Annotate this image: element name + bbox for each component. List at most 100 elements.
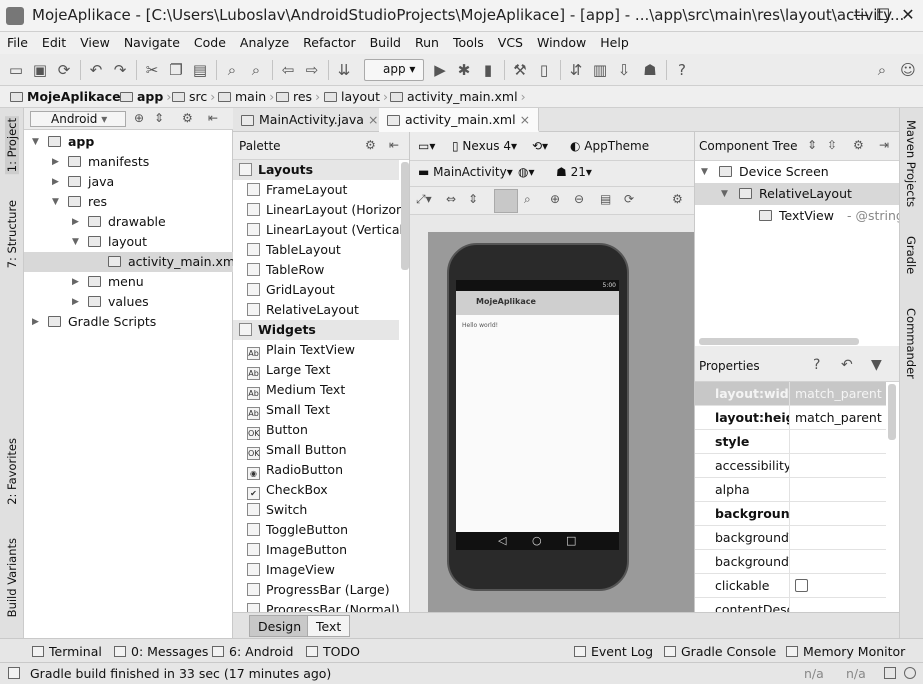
debug-icon[interactable]: ✱ xyxy=(454,60,474,80)
tab-text[interactable]: Text xyxy=(307,615,351,637)
attach-debugger-icon[interactable]: ▮ xyxy=(478,60,498,80)
todo-tool-button[interactable]: TODO xyxy=(306,644,360,659)
event-log-tool-button[interactable]: Event Log xyxy=(574,644,653,659)
sync-gradle-icon[interactable]: ⇵ xyxy=(566,60,586,80)
zoom-in-icon[interactable]: ⊕ xyxy=(550,192,560,206)
replace-icon[interactable]: ⌕ xyxy=(246,60,266,80)
menu-build[interactable]: Build xyxy=(363,32,408,50)
zoom-out-icon[interactable]: ⊖ xyxy=(574,192,584,206)
breadcrumb-item-res[interactable]: res › xyxy=(276,89,320,104)
tree-item[interactable]: ▶ menu xyxy=(24,272,233,292)
menu-analyze[interactable]: Analyze xyxy=(233,32,296,50)
palette-group[interactable]: Layouts xyxy=(233,160,399,180)
paste-icon[interactable]: ▤ xyxy=(190,60,210,80)
tab-design[interactable]: Design xyxy=(249,615,311,637)
restore-default-icon[interactable]: ↶ xyxy=(841,357,853,373)
lock-icon[interactable] xyxy=(884,667,896,679)
property-row[interactable]: layout:width match_parent xyxy=(695,382,886,406)
menu-help[interactable]: Help xyxy=(593,32,636,50)
chevron-down-icon[interactable]: ▼ xyxy=(72,232,82,252)
property-row[interactable]: backgroundTi xyxy=(695,526,886,550)
palette-item[interactable]: Switch xyxy=(233,500,399,520)
property-row[interactable]: background xyxy=(695,502,886,526)
screenshot-icon[interactable]: ▤ xyxy=(600,192,611,206)
property-checkbox[interactable] xyxy=(795,579,808,592)
hector-icon[interactable] xyxy=(904,667,916,679)
activity-select[interactable]: ▬ MainActivity▾ xyxy=(418,165,513,179)
palette-item[interactable]: OK Button xyxy=(233,420,399,440)
chevron-down-icon[interactable]: ▼ xyxy=(721,183,728,205)
structure-tool-button[interactable]: 7: Structure xyxy=(5,200,19,268)
palette-item[interactable]: GridLayout xyxy=(233,280,399,300)
forward-icon[interactable]: ⇨ xyxy=(302,60,322,80)
close-button[interactable]: ✕ xyxy=(893,4,923,28)
locale-select[interactable]: ◍▾ xyxy=(518,165,535,179)
collapse-all-icon[interactable]: ⇳ xyxy=(827,138,837,152)
property-row[interactable]: clickable xyxy=(695,574,886,598)
cut-icon[interactable]: ✂ xyxy=(142,60,162,80)
tree-item[interactable]: ▶ Gradle Scripts xyxy=(24,312,233,332)
redo-icon[interactable]: ↷ xyxy=(110,60,130,80)
open-folder-icon[interactable]: ▭ xyxy=(6,60,26,80)
properties-scrollbar[interactable] xyxy=(888,384,896,440)
copy-icon[interactable]: ❐ xyxy=(166,60,186,80)
build-variants-tool-button[interactable]: Build Variants xyxy=(5,538,19,617)
chevron-right-icon[interactable]: ▶ xyxy=(52,152,62,172)
filter-icon[interactable]: ▼ xyxy=(871,357,882,373)
palette-item[interactable]: ◉ RadioButton xyxy=(233,460,399,480)
undo-icon[interactable]: ↶ xyxy=(86,60,106,80)
menu-refactor[interactable]: Refactor xyxy=(296,32,362,50)
property-row[interactable]: alpha xyxy=(695,478,886,502)
hello-world-textview[interactable]: Hello world! xyxy=(462,322,498,329)
component-tree-scrollbar[interactable] xyxy=(699,338,859,345)
chevron-right-icon[interactable]: ▶ xyxy=(72,292,82,312)
gear-icon[interactable]: ⚙ xyxy=(853,138,864,152)
chevron-right-icon[interactable]: ▶ xyxy=(52,172,62,192)
status-message[interactable]: Gradle build finished in 33 sec (17 minu… xyxy=(30,666,331,681)
menu-navigate[interactable]: Navigate xyxy=(117,32,187,50)
property-value[interactable]: match_parent xyxy=(791,406,886,430)
gear-icon[interactable]: ⚙ xyxy=(672,192,683,206)
tree-item[interactable]: ▶ manifests xyxy=(24,152,233,172)
menu-file[interactable]: File xyxy=(0,32,35,50)
expand-all-icon[interactable]: ⇕ xyxy=(807,138,817,152)
property-value[interactable] xyxy=(791,550,886,574)
tree-item[interactable]: ▶ values xyxy=(24,292,233,312)
property-value[interactable] xyxy=(791,502,886,526)
orientation-select[interactable]: ⟲▾ xyxy=(532,139,548,153)
chevron-right-icon[interactable]: ▶ xyxy=(72,272,82,292)
api-level-select[interactable]: ☗ 21▾ xyxy=(556,165,592,179)
tab-activity-main-xml[interactable]: activity_main.xml × xyxy=(379,108,540,132)
tree-item[interactable]: ▼ app xyxy=(24,132,233,152)
search-everywhere-icon[interactable]: ⌕ xyxy=(872,60,892,80)
palette-item[interactable]: Ab Small Text xyxy=(233,400,399,420)
palette-item[interactable]: ImageButton xyxy=(233,540,399,560)
breadcrumb-item-layout[interactable]: layout › xyxy=(324,89,388,104)
find-icon[interactable]: ⌕ xyxy=(222,60,242,80)
palette-item[interactable]: OK Small Button xyxy=(233,440,399,460)
run-icon[interactable]: ▶ xyxy=(430,60,450,80)
menu-run[interactable]: Run xyxy=(408,32,446,50)
close-tab-icon[interactable]: × xyxy=(368,112,378,127)
palette-item[interactable]: LinearLayout (Horizontal) xyxy=(233,200,409,220)
locate-icon[interactable]: ⊕ xyxy=(134,111,144,125)
component-tree-item[interactable]: ▼ Device Screen xyxy=(695,161,899,183)
maven-projects-tool-button[interactable]: Maven Projects xyxy=(904,120,918,207)
property-row[interactable]: layout:height match_parent xyxy=(695,406,886,430)
palette-item[interactable]: ToggleButton xyxy=(233,520,399,540)
width-toggle-icon[interactable]: ⇔ xyxy=(446,192,456,206)
close-tab-icon[interactable]: × xyxy=(520,112,530,127)
chevron-down-icon[interactable]: ▼ xyxy=(701,161,708,183)
layout-file-select[interactable]: ▭▾ xyxy=(418,139,435,153)
breadcrumb-item-main[interactable]: main › xyxy=(218,89,274,104)
component-tree-item[interactable]: TextView - @string/hell xyxy=(695,205,899,227)
menu-tools[interactable]: Tools xyxy=(446,32,491,50)
messages-tool-button[interactable]: 0: Messages xyxy=(114,644,208,659)
zoom-fit-icon[interactable]: ⤢▾ xyxy=(416,192,432,207)
hide-panel-icon[interactable]: ⇤ xyxy=(389,138,399,152)
terminal-tool-button[interactable]: Terminal xyxy=(32,644,102,659)
chevron-down-icon[interactable]: ▼ xyxy=(52,192,62,212)
property-value[interactable] xyxy=(791,526,886,550)
breadcrumb-item-src[interactable]: src › xyxy=(172,89,215,104)
property-row[interactable]: contentDescri xyxy=(695,598,886,612)
